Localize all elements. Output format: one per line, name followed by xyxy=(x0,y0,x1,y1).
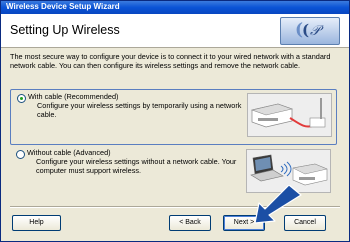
intro-text: The most secure way to configure your de… xyxy=(10,52,331,70)
wizard-window: Wireless Device Setup Wizard Setting Up … xyxy=(0,0,350,242)
brand-logo-icon: ( ( 𝒫 xyxy=(280,17,340,45)
option-with-cable[interactable]: With cable (Recommended) Configure your … xyxy=(10,89,337,145)
wizard-header: Setting Up Wireless ( ( 𝒫 xyxy=(1,14,349,48)
help-button[interactable]: Help xyxy=(12,215,61,231)
title-bar: Wireless Device Setup Wizard xyxy=(1,1,349,14)
option-without-cable-description: Configure your wireless settings without… xyxy=(36,157,237,175)
option-with-cable-description: Configure your wireless settings by temp… xyxy=(37,101,242,119)
back-button[interactable]: < Back xyxy=(169,215,211,231)
radio-without-cable[interactable] xyxy=(16,150,25,159)
window-title: Wireless Device Setup Wizard xyxy=(6,2,120,11)
radio-with-cable[interactable] xyxy=(17,94,26,103)
page-title: Setting Up Wireless xyxy=(10,23,120,37)
printer-router-cable-illustration xyxy=(247,93,332,137)
pointer-arrow-icon xyxy=(254,185,302,224)
